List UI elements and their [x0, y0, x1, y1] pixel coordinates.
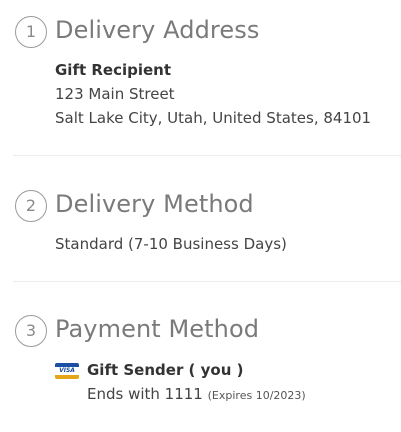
payer-name: Gift Sender ( you )	[87, 361, 244, 379]
recipient-name: Gift Recipient	[55, 61, 172, 79]
card-expiry: (Expires 10/2023)	[207, 389, 306, 402]
card-brand-text: VISA	[59, 367, 75, 374]
section-title: Payment Method	[55, 315, 260, 343]
section-divider	[13, 281, 401, 282]
card-details: Ends with 1111 (Expires 10/2023)	[87, 385, 306, 403]
visa-card-icon: VISA	[55, 363, 79, 379]
step-number-badge: 1	[15, 16, 47, 48]
section-title: Delivery Method	[55, 190, 254, 218]
card-ends-with: Ends with 1111	[87, 385, 203, 403]
delivery-method-value: Standard (7-10 Business Days)	[55, 235, 287, 253]
step-number-badge: 2	[15, 190, 47, 222]
step-number-badge: 3	[15, 315, 47, 347]
address-city-line: Salt Lake City, Utah, United States, 841…	[55, 109, 372, 127]
section-title: Delivery Address	[55, 16, 260, 44]
section-divider	[13, 155, 401, 156]
address-street: 123 Main Street	[55, 85, 175, 103]
